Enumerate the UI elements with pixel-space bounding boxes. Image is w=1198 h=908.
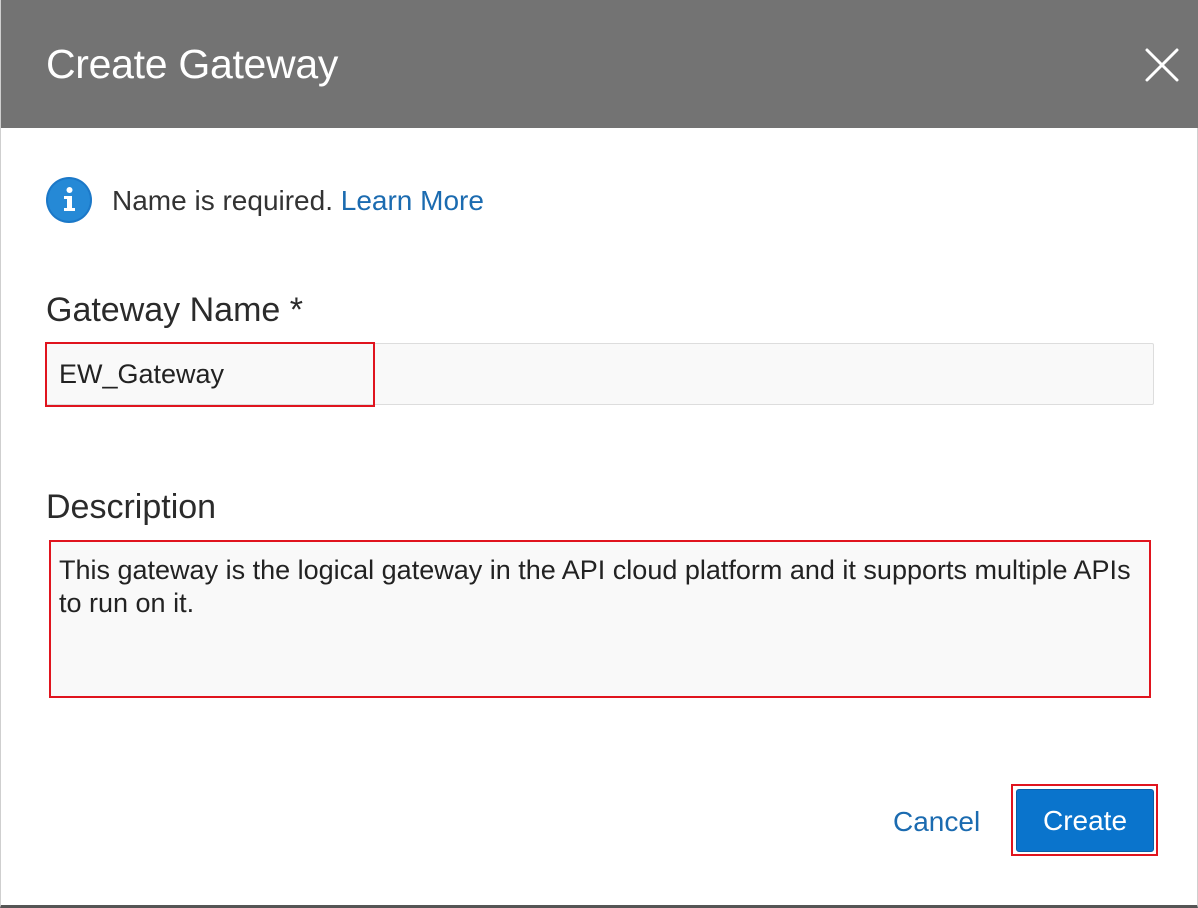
close-icon (1145, 48, 1179, 82)
description-textarea[interactable]: This gateway is the logical gateway in t… (49, 540, 1151, 698)
dialog-title: Create Gateway (46, 41, 339, 87)
cancel-button[interactable]: Cancel (881, 800, 992, 844)
create-gateway-dialog: Create Gateway Name is required. Learn M… (0, 0, 1198, 908)
learn-more-link[interactable]: Learn More (341, 185, 484, 216)
gateway-name-input[interactable] (46, 343, 1154, 405)
info-message-text: Name is required. (112, 185, 341, 216)
gateway-name-label: Gateway Name * (46, 291, 303, 329)
info-icon (46, 177, 92, 223)
info-text: Name is required. Learn More (112, 185, 484, 217)
dialog-header: Create Gateway (1, 0, 1198, 128)
create-button[interactable]: Create (1016, 789, 1154, 852)
close-button[interactable] (1139, 42, 1185, 88)
description-label: Description (46, 488, 217, 526)
